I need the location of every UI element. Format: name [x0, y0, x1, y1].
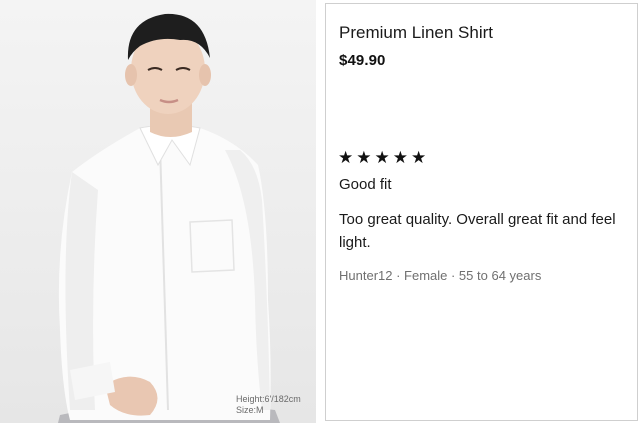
review-title: Good fit [339, 176, 392, 193]
product-name[interactable]: Premium Linen Shirt [339, 23, 493, 43]
product-price: $49.90 [339, 52, 386, 69]
model-height-text: Height:6'/182cm [236, 394, 301, 404]
star-icon: ★ [392, 148, 408, 167]
star-icon: ★ [374, 148, 390, 167]
model-size-caption: Height:6'/182cm Size:M [236, 394, 301, 416]
review-card: Premium Linen Shirt $49.90 ★ ★ ★ ★ ★ Goo… [325, 3, 638, 421]
review-body: Too great quality. Overall great fit and… [339, 211, 616, 251]
star-icon: ★ [338, 148, 354, 167]
reviewer-info: Hunter12 · Female · 55 to 64 years [339, 268, 542, 283]
star-rating: ★ ★ ★ ★ ★ [338, 148, 426, 168]
product-photo: Height:6'/182cm Size:M [0, 0, 316, 423]
model-size-text: Size:M [236, 405, 264, 415]
star-icon: ★ [411, 148, 427, 167]
star-icon: ★ [356, 148, 372, 167]
model-illustration [58, 13, 280, 423]
